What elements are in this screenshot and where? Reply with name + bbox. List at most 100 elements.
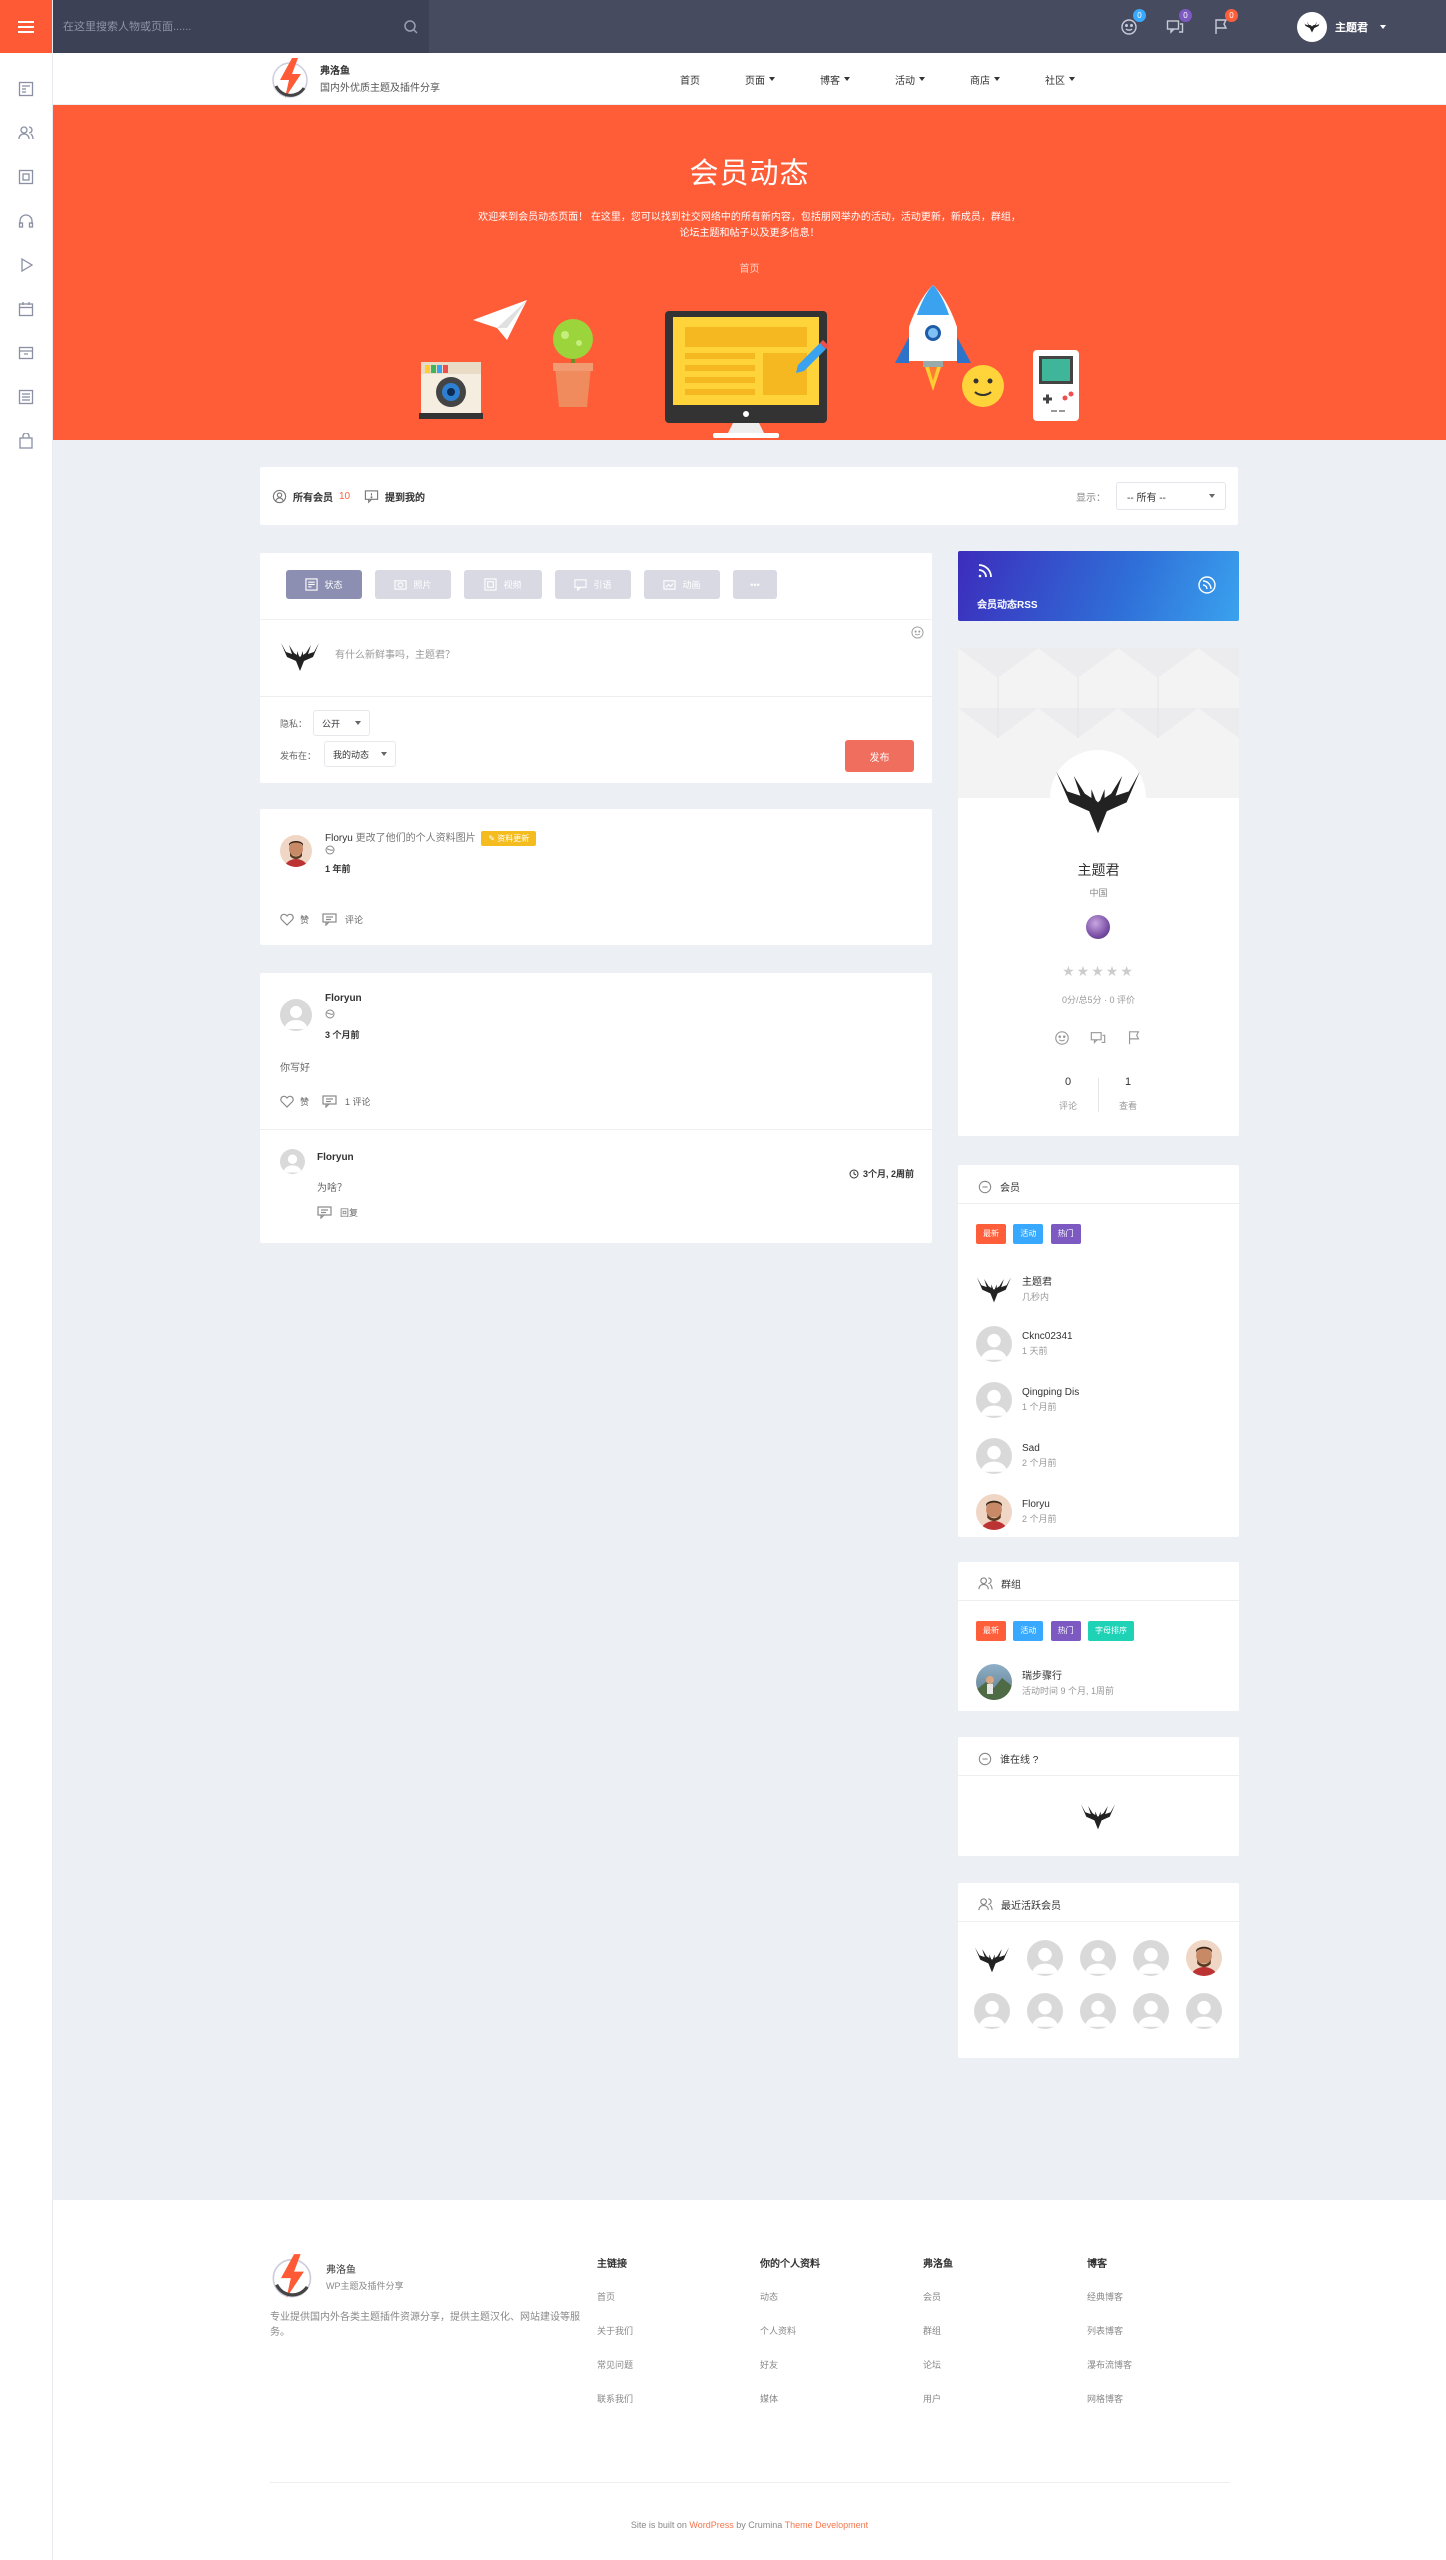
sidebar-item-music[interactable] [0,199,52,243]
footer-link[interactable]: 列表博客 [1087,2324,1132,2337]
avatar[interactable] [1080,1993,1116,2029]
list-item[interactable]: Floryu 2 个月前 [976,1494,1057,1530]
notifications-button[interactable]: 0 [1211,8,1238,37]
activity-user-name[interactable]: Floryu [325,833,353,844]
footer-link[interactable]: 动态 [760,2290,820,2303]
nav-item-community[interactable]: 社区 [1045,72,1075,87]
footer-link[interactable]: 经典博客 [1087,2290,1132,2303]
sidebar-item-inbox[interactable] [0,331,52,375]
like-button[interactable]: 赞 [280,1095,309,1108]
sidebar-item-pages[interactable] [0,155,52,199]
footer-link[interactable]: 关于我们 [597,2324,633,2337]
list-item[interactable]: Sad 2 个月前 [976,1438,1057,1474]
status-input[interactable]: 有什么新鲜事吗，主题君？ [335,646,455,661]
list-item[interactable]: Qingping Dis 1 个月前 [976,1382,1079,1418]
comment-button[interactable]: 评论 [322,913,363,926]
avatar[interactable] [280,835,312,867]
avatar[interactable] [1186,1993,1222,2029]
nav-item-shop[interactable]: 商店 [970,72,1000,87]
user-menu[interactable]: 主题君 [1297,11,1386,42]
tab-all-members[interactable]: 所有会员 10 [272,489,350,504]
reply-user-name[interactable]: Floryun [317,1152,354,1163]
avatar[interactable] [1050,750,1146,846]
more-button[interactable]: ••• [733,570,777,599]
footer-link[interactable]: 个人资料 [760,2324,820,2337]
tab-active[interactable]: 活动 [1013,1621,1044,1641]
avatar[interactable] [1080,1797,1116,1833]
avatar[interactable] [1133,1993,1169,2029]
footer-logo[interactable]: 弗洛鱼 WP主题及插件分享 [270,2252,404,2300]
footer-link[interactable]: 瀑布流博客 [1087,2358,1132,2371]
tab-popular[interactable]: 热门 [1050,1621,1081,1641]
tab-popular[interactable]: 热门 [1050,1224,1081,1244]
tab-animation[interactable]: 动画 [644,570,720,599]
nav-item-pages[interactable]: 页面 [745,72,775,87]
tab-photo[interactable]: 照片 [375,570,451,599]
footer-link[interactable]: 首页 [597,2290,633,2303]
footer-link[interactable]: 联系我们 [597,2392,633,2405]
tab-quote[interactable]: 引语 [555,570,631,599]
footer-link[interactable]: 媒体 [760,2392,820,2405]
post-in-select[interactable]: 我的动态 [324,741,396,767]
avatar[interactable] [1133,1940,1169,1976]
avatar[interactable] [1186,1940,1222,1976]
avatar[interactable] [1080,1940,1116,1976]
profile-name[interactable]: 主题君 [958,860,1239,880]
footer-link[interactable]: 用户 [923,2392,953,2405]
activity-user-name[interactable]: Floryun [325,993,362,1004]
search-icon[interactable] [403,19,419,35]
breadcrumb[interactable]: 首页 [53,260,1446,275]
sidebar-item-events[interactable] [0,287,52,331]
avatar[interactable] [1027,1993,1063,2029]
flag-icon[interactable] [1126,1030,1142,1046]
footer-link[interactable]: 常见问题 [597,2358,633,2371]
avatar[interactable] [280,999,312,1031]
avatar[interactable] [280,1149,305,1174]
show-filter-select[interactable]: -- 所有 -- [1116,482,1226,510]
theme-dev-link[interactable]: Theme Development [785,2520,869,2530]
tab-newest[interactable]: 最新 [976,1224,1006,1244]
comment-button[interactable]: 1 评论 [322,1095,371,1108]
nav-item-blog[interactable]: 博客 [820,72,850,87]
tab-video[interactable]: 视频 [464,570,542,599]
footer-link[interactable]: 会员 [923,2290,953,2303]
list-item[interactable]: Cknc02341 1 天前 [976,1326,1073,1362]
like-button[interactable]: 赞 [280,913,309,926]
sidebar-item-members[interactable] [0,111,52,155]
list-item[interactable]: 主题君 几秒内 [976,1270,1052,1306]
avatar[interactable] [1027,1940,1063,1976]
privacy-select[interactable]: 公开 [313,710,370,736]
footer-link[interactable]: 群组 [923,2324,953,2337]
footer-link[interactable]: 网格博客 [1087,2392,1132,2405]
reply-button[interactable]: 回复 [317,1206,358,1219]
select-value: 我的动态 [333,749,370,760]
search-input[interactable] [63,20,363,33]
tab-alphabetical[interactable]: 字母排序 [1088,1621,1135,1641]
member-name: Qingping Dis [1022,1387,1080,1398]
friend-requests-button[interactable]: 0 [1119,8,1146,37]
smiley-icon[interactable] [1054,1030,1070,1046]
sidebar-item-newsfeed[interactable] [0,67,52,111]
emoji-icon[interactable] [911,626,924,639]
site-logo[interactable]: 弗洛鱼 国内外优质主题及插件分享 [270,56,440,100]
list-item[interactable]: 瑞步骤行 活动时间 9 个月, 1周前 [976,1664,1114,1700]
sidebar-item-shop[interactable] [0,419,52,463]
tab-active[interactable]: 活动 [1013,1224,1044,1244]
sidebar-item-videos[interactable] [0,243,52,287]
avatar[interactable] [974,1993,1010,2029]
tab-mentions[interactable]: 提到我的 [364,489,425,504]
rss-feed-widget[interactable]: 会员动态RSS [958,551,1239,621]
tab-newest[interactable]: 最新 [976,1621,1006,1641]
nav-item-events[interactable]: 活动 [895,72,925,87]
messages-button[interactable]: 0 [1165,8,1192,37]
footer-link[interactable]: 论坛 [923,2358,953,2371]
chat-icon[interactable] [1090,1030,1106,1046]
avatar[interactable] [974,1940,1010,1976]
tab-status[interactable]: 状态 [286,570,362,599]
wordpress-link[interactable]: WordPress [689,2520,733,2530]
sidebar-item-forums[interactable] [0,375,52,419]
footer-link[interactable]: 好友 [760,2358,820,2371]
menu-toggle-button[interactable] [0,0,52,53]
submit-post-button[interactable]: 发布 [845,740,914,772]
nav-item-home[interactable]: 首页 [680,72,700,87]
